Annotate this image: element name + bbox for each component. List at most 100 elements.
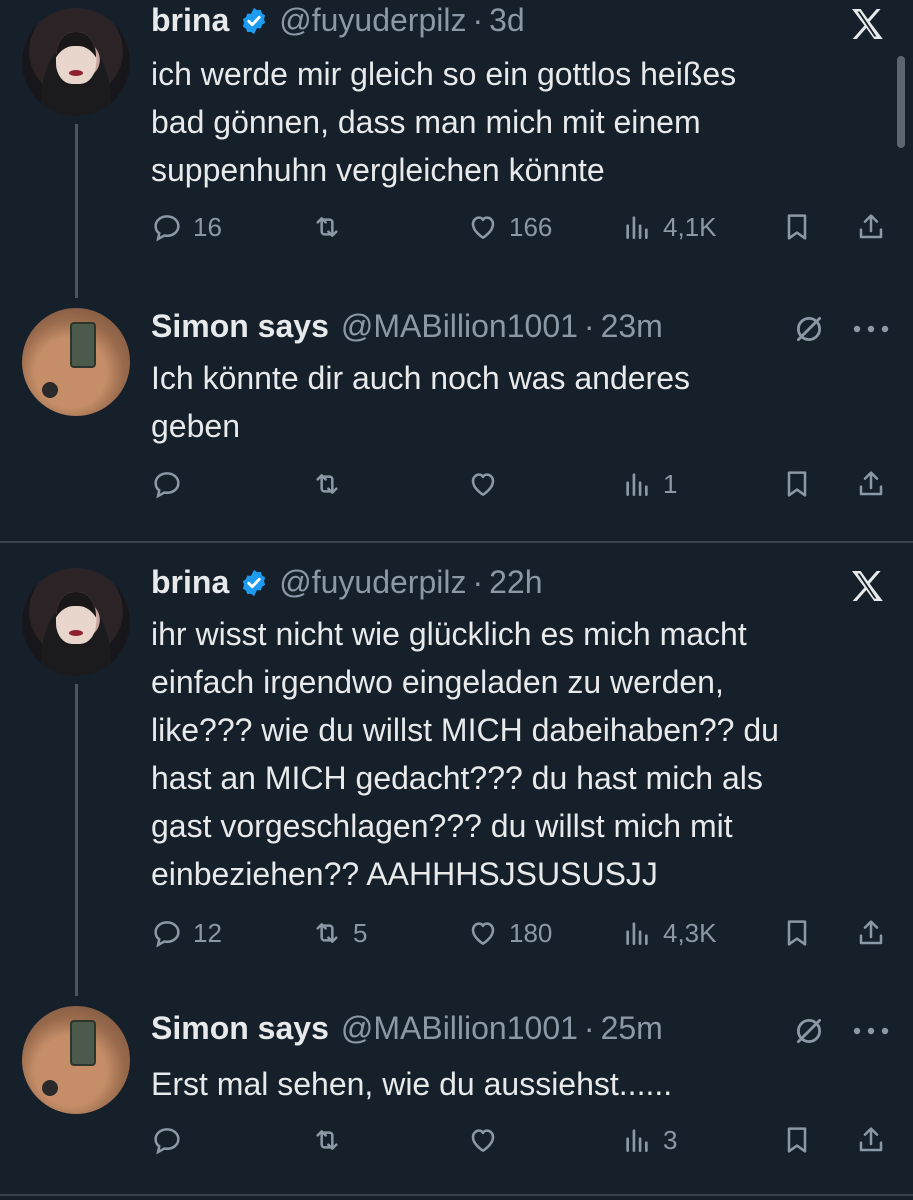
bottom-divider: [0, 1194, 913, 1196]
share-button[interactable]: [855, 917, 887, 949]
tweet-text-line: geben: [151, 408, 240, 444]
like-button[interactable]: [467, 1124, 509, 1156]
views-icon: [621, 1124, 653, 1156]
bookmark-button[interactable]: [781, 468, 813, 500]
bookmark-button[interactable]: [781, 211, 813, 243]
like-icon: [467, 211, 499, 243]
views-icon: [621, 917, 653, 949]
thread-divider: [0, 541, 913, 543]
tweet-actions: 3: [151, 1124, 891, 1164]
reply-icon: [151, 917, 183, 949]
bookmark-icon: [781, 211, 813, 243]
reply-button[interactable]: 12: [151, 917, 222, 949]
reply-count: 12: [193, 917, 222, 948]
bookmark-button[interactable]: [781, 1124, 813, 1156]
views-count: 4,1K: [663, 211, 717, 242]
author-handle[interactable]: @fuyuderpilz: [279, 564, 466, 601]
reply-icon: [151, 211, 183, 243]
tweet-text-line: suppenhuhn vergleichen könnte: [151, 152, 605, 188]
retweet-button[interactable]: [311, 468, 353, 500]
tweet-text-line: einbeziehen?? AAHHHSJSUSUSJJ: [151, 856, 658, 892]
separator-dot: ·: [472, 564, 484, 600]
scrollbar[interactable]: [897, 56, 905, 148]
author-name[interactable]: Simon says: [151, 308, 329, 345]
avatar[interactable]: [22, 568, 130, 676]
author-name[interactable]: Simon says: [151, 1010, 329, 1047]
share-icon: [855, 917, 887, 949]
tweet-text: ich werde mir gleich so ein gottlos heiß…: [151, 50, 891, 194]
verified-badge-icon: [239, 568, 269, 598]
reply-icon: [151, 1124, 183, 1156]
author-handle[interactable]: @MABillion1001: [341, 1010, 578, 1047]
views-button[interactable]: 3: [621, 1124, 677, 1156]
tweet-text-line: Ich könnte dir auch noch was anderes: [151, 360, 690, 396]
retweet-icon: [311, 917, 343, 949]
bookmark-icon: [781, 917, 813, 949]
share-button[interactable]: [855, 468, 887, 500]
views-count: 3: [663, 1124, 678, 1155]
tweet-time[interactable]: 3d: [489, 2, 525, 39]
tweet-actions: 16 166 4,1K: [151, 211, 891, 251]
avatar[interactable]: [22, 8, 130, 116]
author-handle[interactable]: @MABillion1001: [341, 308, 578, 345]
tweet-time[interactable]: 22h: [489, 564, 542, 601]
views-count: 1: [663, 468, 678, 499]
views-icon: [621, 211, 653, 243]
tweet-time[interactable]: 25m: [601, 1010, 663, 1047]
reply-button[interactable]: [151, 468, 193, 500]
separator-dot: ·: [583, 1010, 595, 1046]
tweet-actions: 1: [151, 468, 891, 508]
tweet-text-line: gast vorgeschlagen??? du willst mich mit: [151, 808, 733, 844]
bookmark-button[interactable]: [781, 917, 813, 949]
reply-count: 16: [193, 211, 222, 242]
like-button[interactable]: 180: [467, 917, 552, 949]
reply-button[interactable]: [151, 1124, 193, 1156]
views-icon: [621, 468, 653, 500]
like-count: 180: [509, 917, 553, 948]
tweet-time[interactable]: 23m: [601, 308, 663, 345]
share-icon: [855, 468, 887, 500]
views-count: 4,3K: [663, 917, 717, 948]
more-icon[interactable]: [852, 324, 890, 334]
author-name[interactable]: brina: [151, 2, 229, 39]
retweet-button[interactable]: [311, 1124, 353, 1156]
retweet-button[interactable]: 5: [311, 917, 367, 949]
views-button[interactable]: 4,3K: [621, 917, 717, 949]
tweet-text-line: bad gönnen, dass man mich mit einem: [151, 104, 701, 140]
retweet-icon: [311, 1124, 343, 1156]
like-icon: [467, 1124, 499, 1156]
author-handle[interactable]: @fuyuderpilz: [279, 2, 466, 39]
views-button[interactable]: 4,1K: [621, 211, 717, 243]
views-button[interactable]: 1: [621, 468, 677, 500]
no-entry-icon: [792, 1014, 826, 1048]
x-logo-icon: [847, 566, 887, 606]
tweet-actions: 12 5 180 4,3K: [151, 917, 891, 957]
like-button[interactable]: 166: [467, 211, 552, 243]
retweet-count: 5: [353, 917, 368, 948]
tweet-text: ihr wisst nicht wie glücklich es mich ma…: [151, 610, 891, 898]
reply-icon: [151, 468, 183, 500]
tweet-text-line: ihr wisst nicht wie glücklich es mich ma…: [151, 616, 747, 652]
author-name[interactable]: brina: [151, 564, 229, 601]
share-icon: [855, 1124, 887, 1156]
like-count: 166: [509, 211, 553, 242]
tweet-text-line: hast an MICH gedacht??? du hast mich als: [151, 760, 763, 796]
tweet-text: Erst mal sehen, wie du aussiehst......: [151, 1060, 891, 1108]
tweet-text-line: einfach irgendwo eingeladen zu werden,: [151, 664, 724, 700]
retweet-button[interactable]: [311, 211, 353, 243]
tweet-text: Ich könnte dir auch noch was anderes geb…: [151, 354, 891, 450]
x-logo-icon: [847, 4, 887, 44]
share-button[interactable]: [855, 211, 887, 243]
share-button[interactable]: [855, 1124, 887, 1156]
verified-badge-icon: [239, 6, 269, 36]
reply-button[interactable]: 16: [151, 211, 222, 243]
retweet-icon: [311, 468, 343, 500]
avatar[interactable]: [22, 1006, 130, 1114]
like-button[interactable]: [467, 468, 509, 500]
tweet-text-line: Erst mal sehen, wie du aussiehst......: [151, 1066, 673, 1102]
bookmark-icon: [781, 1124, 813, 1156]
avatar[interactable]: [22, 308, 130, 416]
more-icon[interactable]: [852, 1026, 890, 1036]
share-icon: [855, 211, 887, 243]
thread-connector-line: [75, 124, 78, 298]
